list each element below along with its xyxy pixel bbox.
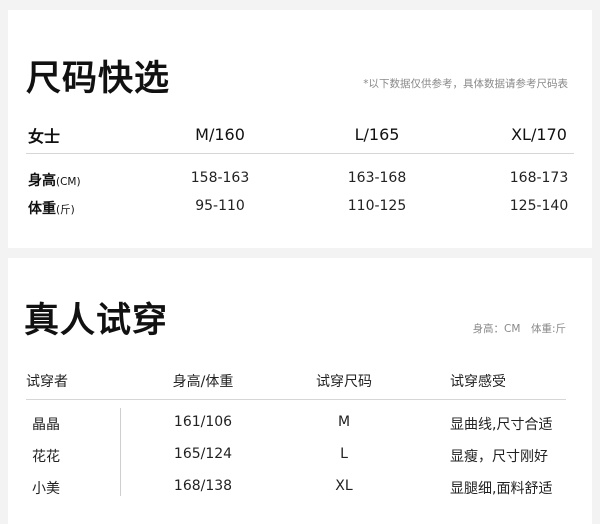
height-unit: (CM): [56, 176, 81, 188]
weight-m-value: 95-110: [195, 198, 245, 214]
tester-size: XL: [335, 478, 353, 494]
tester-name: 晶晶: [32, 417, 60, 433]
tester-size: L: [340, 446, 348, 462]
height-m-value: 158-163: [190, 170, 250, 186]
weight-label: 体重: [28, 201, 56, 217]
try-on-header-tester: 试穿者: [26, 374, 68, 390]
height-label: 身高: [28, 173, 56, 189]
try-on-note: 身高：CM 体重:斤: [472, 323, 566, 335]
size-guide-card: 尺码快选 *以下数据仅供参考，具体数据请参考尺码表 女士 M/160 L/165…: [8, 10, 592, 248]
tester-feeling: 显瘦，尺寸刚好: [450, 449, 548, 465]
tester-feeling: 显腿细,面料舒适: [450, 481, 553, 497]
size-header-l: L/165: [354, 125, 400, 144]
height-xl-value: 168-173: [509, 170, 569, 186]
try-on-header-hw: 身高/体重: [172, 374, 234, 390]
size-guide-gender-label: 女士: [28, 127, 61, 146]
height-row-label: 身高(CM): [28, 170, 81, 190]
size-header-xl: XL/170: [511, 125, 567, 144]
weight-row-label: 体重(斤): [28, 198, 75, 218]
weight-unit: (斤): [56, 204, 75, 216]
size-guide-title: 尺码快选: [26, 59, 171, 99]
tester-name: 小美: [32, 481, 60, 497]
tester-name: 花花: [32, 449, 60, 465]
tester-height-weight: 168/138: [173, 478, 233, 494]
tester-height-weight: 165/124: [173, 446, 233, 462]
try-on-header-feel: 试穿感受: [450, 374, 506, 390]
weight-l-value: 110-125: [347, 198, 407, 214]
size-header-m: M/160: [195, 125, 245, 144]
tester-size: M: [337, 414, 351, 430]
try-on-card: 真人试穿 身高：CM 体重:斤 试穿者 身高/体重 试穿尺码 试穿感受 晶晶 1…: [8, 258, 592, 524]
weight-xl-value: 125-140: [509, 198, 569, 214]
tester-height-weight: 161/106: [173, 414, 233, 430]
size-guide-note: *以下数据仅供参考，具体数据请参考尺码表: [363, 78, 568, 90]
tester-feeling: 显曲线,尺寸合适: [450, 417, 553, 433]
try-on-divider: [26, 399, 566, 400]
try-on-header-size: 试穿尺码: [316, 374, 372, 390]
try-on-title: 真人试穿: [24, 301, 169, 341]
height-l-value: 163-168: [347, 170, 407, 186]
try-on-column-divider: [120, 408, 121, 496]
size-guide-divider: [26, 153, 574, 154]
